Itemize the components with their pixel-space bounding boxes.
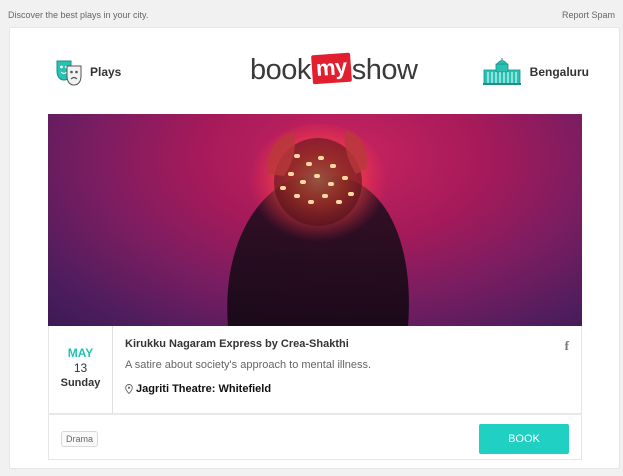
book-button[interactable]: BOOK [479, 424, 569, 454]
email-header: Plays book my show Bengaluru [10, 28, 619, 114]
event-description: A satire about society's approach to men… [125, 359, 372, 371]
city-label: Bengaluru [529, 65, 589, 79]
report-spam-link[interactable]: Report Spam [562, 10, 615, 20]
logo-text-my: my [310, 52, 352, 84]
location-pin-icon [125, 384, 133, 394]
event-date: MAY 13 Sunday [49, 326, 113, 413]
event-venue: Jagriti Theatre: Whitefield [125, 383, 545, 395]
theatre-masks-icon [56, 60, 82, 86]
event-weekday: Sunday [60, 377, 101, 389]
email-card: Plays book my show Bengaluru MAY 13 Sund… [9, 27, 620, 469]
event-day: 13 [73, 361, 88, 375]
event-month: MAY [67, 346, 94, 360]
hero-photo-illustration [227, 124, 409, 326]
logo-text-show: show [351, 53, 418, 86]
event-details: MAY 13 Sunday Kirukku Nagaram Express by… [48, 326, 582, 414]
event-title[interactable]: Kirukku Nagaram Express by Crea-Shakthi [125, 338, 545, 350]
event-venue-label: Jagriti Theatre: Whitefield [136, 383, 272, 395]
category-label: Plays [90, 65, 122, 79]
facebook-icon[interactable]: f [565, 338, 569, 354]
city-bengaluru[interactable]: Bengaluru [482, 58, 589, 86]
category-plays[interactable]: Plays [54, 58, 121, 86]
city-landmark-icon [482, 58, 521, 85]
event-info: Kirukku Nagaram Express by Crea-Shakthi … [125, 338, 545, 395]
event-footer: Drama BOOK [48, 414, 582, 460]
email-top-bar: Discover the best plays in your city. Re… [0, 0, 623, 26]
genre-tag: Drama [61, 431, 99, 447]
preheader-text: Discover the best plays in your city. [8, 10, 149, 20]
event-hero-image[interactable] [48, 114, 582, 326]
bookmyshow-logo[interactable]: book my show [250, 50, 418, 90]
logo-text-book: book [250, 53, 311, 86]
